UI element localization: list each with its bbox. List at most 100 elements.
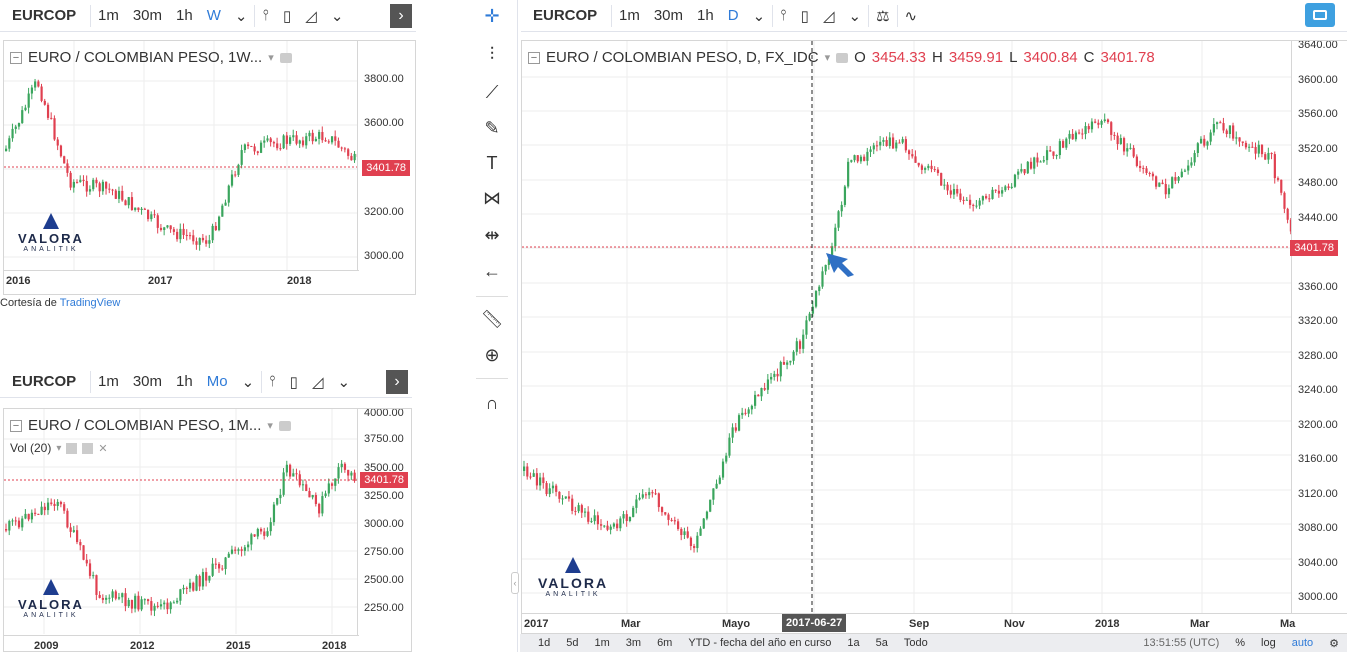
collapse-toolbar-icon[interactable]: ‹ — [511, 572, 519, 594]
chevron-down-icon[interactable]: ▾ — [267, 419, 273, 432]
candles-icon[interactable]: ▯ — [794, 7, 816, 25]
tradingview-link[interactable]: TradingView — [60, 297, 121, 309]
candles-icon[interactable]: ▯ — [283, 373, 305, 391]
symbol-label[interactable]: EURCOP — [521, 7, 611, 24]
chevron-down-icon[interactable]: ▾ — [825, 51, 831, 64]
range-5d[interactable]: 5d — [558, 637, 586, 649]
range-ytd[interactable]: YTD - fecha del año en curso — [680, 637, 839, 649]
settings-icon[interactable] — [82, 442, 94, 454]
tf-1m[interactable]: 1m — [91, 7, 126, 24]
candle — [853, 155, 856, 161]
compare-icon[interactable]: ∿ — [898, 7, 925, 25]
range-5a[interactable]: 5a — [868, 637, 896, 649]
candle — [901, 139, 904, 143]
camera-icon[interactable] — [836, 52, 849, 63]
tf-active[interactable]: W — [200, 7, 228, 24]
camera-icon[interactable] — [279, 52, 292, 63]
candles-icon[interactable]: ▯ — [276, 7, 298, 25]
zoom-icon[interactable]: ⊕ — [466, 345, 518, 366]
brush-icon[interactable]: ✎ — [466, 118, 518, 139]
panel-a-time-axis[interactable]: 2016 2017 2018 — [4, 270, 359, 290]
symbol-label[interactable]: EURCOP — [0, 373, 90, 390]
back-arrow-icon[interactable]: ← — [466, 261, 518, 282]
chevron-down-icon[interactable]: ⌄ — [841, 7, 868, 25]
collapse-icon[interactable]: − — [10, 419, 22, 432]
chevron-down-icon[interactable]: ⌄ — [228, 7, 255, 25]
chevron-down-icon[interactable]: ⌄ — [235, 373, 262, 391]
candle — [709, 499, 712, 512]
crosshair-icon[interactable]: ✛ — [466, 6, 518, 27]
tf-1h[interactable]: 1h — [169, 373, 200, 390]
expand-button[interactable]: › — [386, 370, 408, 394]
eye-icon[interactable] — [66, 442, 78, 454]
magnet-icon[interactable]: ∩ — [466, 393, 518, 414]
screenshot-button[interactable] — [1305, 3, 1335, 27]
candle — [577, 505, 580, 512]
tf-1h[interactable]: 1h — [690, 7, 721, 24]
area-icon[interactable]: ◿ — [816, 7, 842, 25]
measure-icon[interactable]: ⇹ — [466, 225, 518, 246]
range-3m[interactable]: 3m — [618, 637, 649, 649]
collapse-icon[interactable]: − — [10, 51, 22, 64]
tf-active[interactable]: D — [721, 7, 746, 24]
area-icon[interactable]: ◿ — [305, 373, 331, 391]
expand-button[interactable]: › — [390, 4, 412, 28]
auto-toggle[interactable]: auto — [1284, 637, 1321, 649]
range-1d[interactable]: 1d — [530, 637, 558, 649]
candle — [1219, 122, 1222, 124]
candle — [635, 499, 638, 508]
range-1m[interactable]: 1m — [587, 637, 618, 649]
panel-a-chart[interactable]: − EURO / COLOMBIAN PESO, 1W... ▾ 3800.00… — [3, 40, 416, 295]
percent-toggle[interactable]: % — [1227, 637, 1253, 649]
gear-icon[interactable]: ⚙ — [1321, 637, 1347, 650]
main-chart[interactable]: − EURO / COLOMBIAN PESO, D, FX_IDC ▾ O 34… — [521, 40, 1347, 634]
symbol-label[interactable]: EURCOP — [0, 7, 90, 24]
chevron-down-icon[interactable]: ▾ — [268, 51, 274, 64]
fib-icon[interactable]: ⟋ — [466, 82, 518, 103]
log-toggle[interactable]: log — [1253, 637, 1284, 649]
tf-1m[interactable]: 1m — [612, 7, 647, 24]
camera-icon[interactable] — [278, 420, 291, 431]
range-1a[interactable]: 1a — [839, 637, 867, 649]
candle — [997, 190, 1001, 194]
main-time-axis[interactable]: 2017 Mar Mayo 2017-06-27 Sep Nov 2018 Ma… — [522, 613, 1347, 633]
close-icon[interactable]: ✕ — [98, 442, 107, 455]
vertical-line-icon[interactable]: ⫶ — [466, 44, 518, 65]
area-icon[interactable]: ◿ — [298, 7, 324, 25]
bars-icon[interactable]: ⫯ — [255, 7, 276, 24]
pattern-icon[interactable]: ⋈ — [466, 188, 518, 209]
panel-a-price-axis[interactable]: 3800.00 3600.00 3200.00 3000.00 — [357, 41, 415, 270]
tf-30m[interactable]: 30m — [126, 7, 169, 24]
range-todo[interactable]: Todo — [896, 637, 936, 649]
tf-1h[interactable]: 1h — [169, 7, 200, 24]
chevron-down-icon[interactable]: ▾ — [56, 443, 61, 454]
range-6m[interactable]: 6m — [649, 637, 680, 649]
candle — [127, 197, 130, 206]
panel-b-time-axis[interactable]: 2009 2012 2015 2018 — [4, 635, 359, 651]
utc-clock[interactable]: 13:51:55 (UTC) — [1135, 637, 1227, 649]
bars-icon[interactable]: ⫯ — [773, 7, 794, 24]
tf-1m[interactable]: 1m — [91, 373, 126, 390]
chevron-down-icon[interactable]: ⌄ — [324, 7, 351, 25]
text-icon[interactable]: T — [466, 153, 518, 174]
time-label: Nov — [1004, 618, 1025, 630]
candle — [108, 597, 111, 599]
ruler-icon[interactable]: 📏︎ — [466, 309, 518, 330]
collapse-icon[interactable]: − — [528, 51, 540, 64]
candle — [1212, 124, 1215, 133]
tf-30m[interactable]: 30m — [126, 373, 169, 390]
candle — [224, 202, 227, 206]
candle — [153, 214, 156, 216]
candle — [561, 498, 564, 500]
chevron-down-icon[interactable]: ⌄ — [746, 7, 773, 25]
panel-b-chart[interactable]: − EURO / COLOMBIAN PESO, 1M... ▾ Vol (20… — [3, 408, 412, 652]
tf-active[interactable]: Mo — [200, 373, 235, 390]
candle — [101, 181, 105, 192]
tf-30m[interactable]: 30m — [647, 7, 690, 24]
chevron-down-icon[interactable]: ⌄ — [330, 373, 357, 391]
panel-b-price-axis[interactable]: 4000.00 3750.00 3500.00 3250.00 3000.00 … — [357, 409, 411, 637]
main-price-axis[interactable]: 3640.00 3600.00 3560.00 3520.00 3480.00 3440.… — [1291, 41, 1347, 613]
indicators-icon[interactable]: ⚖ — [869, 7, 896, 25]
candle — [166, 602, 169, 610]
bars-icon[interactable]: ⫯ — [262, 373, 283, 390]
